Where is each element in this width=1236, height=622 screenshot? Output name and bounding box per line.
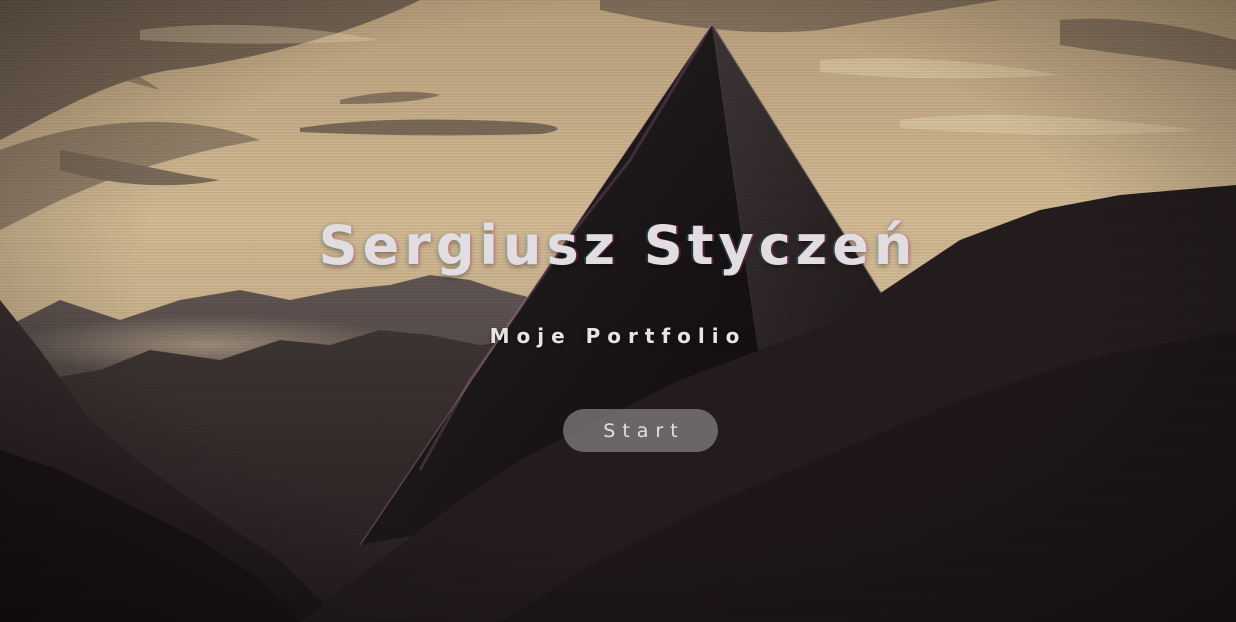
page-title: Sergiusz Styczeń bbox=[318, 214, 918, 277]
hero-section: Sergiusz Styczeń Moje Portfolio Start bbox=[0, 0, 1236, 622]
start-button[interactable]: Start bbox=[563, 409, 718, 452]
page-subtitle: Moje Portfolio bbox=[489, 324, 747, 348]
hero-content: Sergiusz Styczeń Moje Portfolio Start bbox=[0, 0, 1236, 622]
